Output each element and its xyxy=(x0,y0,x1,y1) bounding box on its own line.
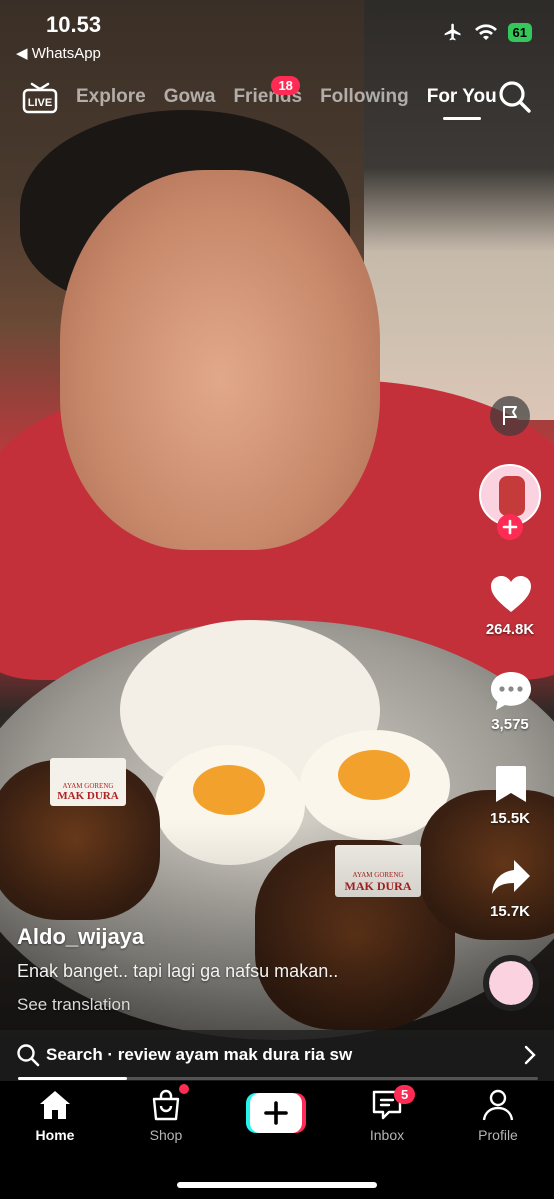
share-count: 15.7K xyxy=(489,903,531,920)
inbox-badge: 5 xyxy=(394,1085,416,1104)
battery-indicator: 61 xyxy=(507,22,532,42)
like-count: 264.8K xyxy=(485,621,535,638)
share-icon xyxy=(492,860,530,894)
video-progress-bar[interactable] xyxy=(18,1077,538,1080)
top-navigation: LIVE Explore Gowa Friends 18 Following F… xyxy=(0,76,554,124)
feed-tabs: Explore Gowa Friends 18 Following For Yo… xyxy=(76,76,515,120)
search-icon[interactable] xyxy=(498,80,532,114)
save-button[interactable] xyxy=(494,764,528,809)
author-name[interactable]: Aldo_wijaya xyxy=(17,924,144,950)
post-caption: Enak banget.. tapi lagi ga nafsu makan.. xyxy=(17,961,339,981)
nav-home[interactable]: Home xyxy=(5,1089,105,1143)
tab-following[interactable]: Following xyxy=(320,86,409,108)
comment-button[interactable] xyxy=(489,670,533,717)
profile-icon xyxy=(482,1089,514,1121)
create-button[interactable] xyxy=(246,1093,306,1133)
save-count: 15.5K xyxy=(489,810,531,827)
like-button[interactable] xyxy=(480,574,542,619)
tab-gowa[interactable]: Gowa xyxy=(164,86,216,108)
tab-for-you[interactable]: For You xyxy=(427,86,497,120)
friends-badge: 18 xyxy=(271,76,300,95)
search-icon xyxy=(17,1044,40,1067)
music-disc-image xyxy=(489,961,533,1005)
video-progress-fill xyxy=(18,1077,128,1080)
face xyxy=(60,170,380,550)
food-sticker: AYAM GORENG MAK DURA xyxy=(50,758,126,806)
report-flag-button[interactable] xyxy=(490,396,530,436)
airplane-icon xyxy=(444,23,461,41)
see-translation-link[interactable]: See translation xyxy=(17,995,130,1015)
status-time: 10.53 xyxy=(46,12,102,37)
nav-profile[interactable]: Profile xyxy=(448,1089,548,1143)
tab-friends[interactable]: Friends 18 xyxy=(233,76,302,108)
chevron-right-icon xyxy=(524,1045,536,1065)
shopping-bag-icon xyxy=(152,1089,180,1121)
home-indicator xyxy=(177,1182,377,1188)
flag-icon xyxy=(503,406,517,425)
nav-inbox-label: Inbox xyxy=(369,1127,405,1143)
search-suggestion-bar[interactable]: Search · review ayam mak dura ria sw xyxy=(0,1030,554,1081)
status-bar: 10.53 ◀ WhatsApp 61 xyxy=(0,0,554,70)
comment-count: 3,575 xyxy=(491,716,529,733)
home-icon xyxy=(40,1091,70,1119)
svg-text:LIVE: LIVE xyxy=(28,97,52,109)
nav-shop-label: Shop xyxy=(149,1127,183,1143)
music-disc[interactable] xyxy=(483,955,539,1011)
heart-icon xyxy=(491,576,531,612)
follow-button[interactable] xyxy=(497,514,523,540)
shop-notification-dot xyxy=(179,1084,189,1094)
wifi-icon xyxy=(474,24,497,40)
avatar-image xyxy=(499,476,525,516)
back-to-app-link[interactable]: ◀ WhatsApp xyxy=(16,44,101,62)
live-icon[interactable]: LIVE xyxy=(22,82,58,114)
tab-explore[interactable]: Explore xyxy=(76,86,146,108)
nav-profile-label: Profile xyxy=(478,1127,518,1143)
share-button[interactable] xyxy=(490,858,532,901)
nav-shop[interactable]: Shop xyxy=(116,1089,216,1143)
status-icons: 61 xyxy=(442,22,532,42)
nav-inbox[interactable]: Inbox xyxy=(337,1089,437,1143)
bookmark-icon xyxy=(496,766,526,802)
nav-home-label: Home xyxy=(35,1127,75,1143)
search-suggestion-text: Search · review ayam mak dura ria sw xyxy=(46,1045,353,1064)
plus-icon xyxy=(502,519,518,535)
comment-icon xyxy=(491,672,531,710)
